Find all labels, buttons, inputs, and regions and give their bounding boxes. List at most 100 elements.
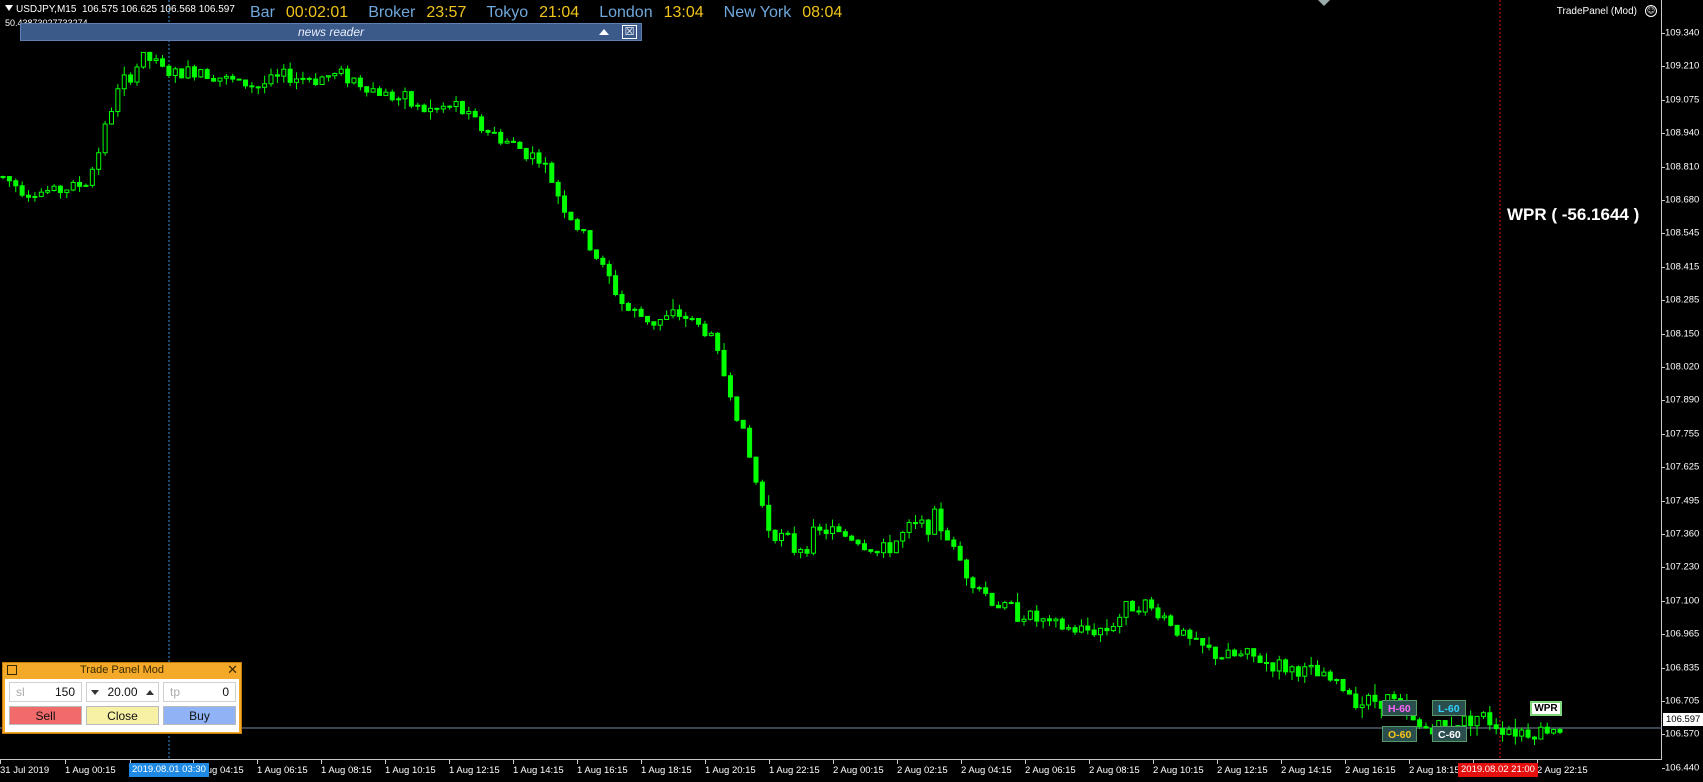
candle xyxy=(115,84,121,117)
candle xyxy=(1372,684,1378,709)
candle xyxy=(983,581,989,597)
session-time: 08:04 xyxy=(802,4,843,21)
candle xyxy=(281,64,287,83)
candle xyxy=(402,87,408,110)
candle xyxy=(172,66,178,83)
candle xyxy=(389,89,395,102)
time-tick-label: 1 Aug 20:15 xyxy=(705,765,756,776)
price-tick-label: 107.100 xyxy=(1665,595,1700,607)
price-tick-label: 108.680 xyxy=(1665,194,1700,206)
candle xyxy=(32,192,38,202)
candle xyxy=(951,536,957,550)
time-tick xyxy=(0,760,1,764)
candle xyxy=(1468,710,1474,737)
ohlc-values: 106.575 106.625 106.568 106.597 xyxy=(81,4,235,15)
candle xyxy=(861,539,867,551)
trade-panel-close-icon[interactable]: ✕ xyxy=(227,663,238,677)
candle xyxy=(976,585,982,592)
candle xyxy=(1417,717,1423,729)
candle xyxy=(1531,735,1537,746)
lots-stepper[interactable]: 20.00 xyxy=(86,682,159,702)
low-60-label: L-60 xyxy=(1432,700,1466,716)
collapse-arrow-icon[interactable] xyxy=(599,29,609,35)
time-tick xyxy=(705,760,706,764)
candle xyxy=(1193,631,1199,640)
candle xyxy=(536,149,542,168)
price-tick-label: 106.835 xyxy=(1665,662,1700,674)
candle xyxy=(1098,627,1104,642)
minimize-icon[interactable] xyxy=(7,665,17,675)
indicator-title: TradePanel (Mod) xyxy=(1556,6,1637,17)
candle xyxy=(268,68,274,87)
close-button[interactable]: Close xyxy=(86,706,159,725)
close-60-label: C-60 xyxy=(1432,726,1467,742)
candle xyxy=(249,82,255,94)
lots-increase-icon[interactable] xyxy=(145,689,154,695)
candle xyxy=(1053,617,1059,628)
candle xyxy=(1551,728,1557,735)
lots-decrease-icon[interactable] xyxy=(91,689,100,695)
price-tick-label: 109.075 xyxy=(1665,94,1700,106)
candle xyxy=(294,72,300,90)
candle xyxy=(957,541,963,561)
time-tick-label: 2 Aug 16:15 xyxy=(1345,765,1396,776)
candle xyxy=(262,75,268,94)
candle xyxy=(657,319,663,331)
candle xyxy=(45,185,51,195)
candle xyxy=(842,528,848,538)
candle xyxy=(517,140,523,149)
time-tick-label: 2 Aug 14:15 xyxy=(1281,765,1332,776)
time-tick-label: 2 Aug 00:15 xyxy=(833,765,884,776)
candle xyxy=(370,82,376,93)
candle xyxy=(1212,646,1218,666)
price-chart[interactable] xyxy=(0,0,1662,760)
candle xyxy=(434,107,440,113)
candle xyxy=(989,592,995,607)
candle xyxy=(1283,658,1289,675)
candle xyxy=(893,540,899,554)
candle xyxy=(1327,669,1333,682)
stop-loss-field[interactable]: sl 150 xyxy=(9,682,82,702)
candle xyxy=(798,547,804,559)
chart-shift-marker[interactable] xyxy=(1318,0,1330,6)
sell-button[interactable]: Sell xyxy=(9,706,82,725)
candle xyxy=(153,54,159,64)
news-reader-close-icon[interactable]: ☒ xyxy=(622,25,637,39)
candle xyxy=(211,75,217,83)
take-profit-field[interactable]: tp 0 xyxy=(163,682,236,702)
candle xyxy=(804,545,810,557)
time-axis[interactable]: 31 Jul 20191 Aug 00:151 Aug 02:151 Aug 0… xyxy=(0,760,1662,782)
candle xyxy=(855,538,861,546)
candle xyxy=(938,502,944,540)
candle xyxy=(447,105,453,110)
candle xyxy=(1110,622,1116,633)
candle xyxy=(1366,693,1372,710)
price-tick-label: 106.440 xyxy=(1665,762,1700,774)
session-name: London xyxy=(599,4,653,21)
candle xyxy=(1257,653,1263,663)
time-tick xyxy=(897,760,898,764)
candle xyxy=(1155,603,1161,621)
price-axis[interactable]: 109.340 109.210 109.075 108.940 108.810 108.6… xyxy=(1662,0,1703,773)
candle xyxy=(128,72,134,85)
candle xyxy=(727,372,733,401)
trade-panel-header[interactable]: Trade Panel Mod ✕ xyxy=(3,663,241,678)
candle xyxy=(708,331,714,337)
candle xyxy=(504,138,510,145)
candle xyxy=(0,175,6,180)
buy-button[interactable]: Buy xyxy=(163,706,236,725)
candle xyxy=(415,102,421,111)
time-tick xyxy=(833,760,834,764)
candle xyxy=(64,189,70,199)
candlestick-chart xyxy=(0,0,1662,760)
candle xyxy=(204,67,210,79)
cursor-time-highlight: 2019.08.01 03:30 xyxy=(129,763,209,777)
time-tick-label: 2 Aug 02:15 xyxy=(897,765,948,776)
candle xyxy=(568,211,574,221)
candle xyxy=(1129,600,1135,612)
candle xyxy=(440,102,446,113)
candle xyxy=(408,90,414,109)
time-tick-label: 31 Jul 2019 xyxy=(0,765,50,776)
news-reader-bar[interactable]: news reader ☒ xyxy=(20,23,642,41)
time-tick-label: 1 Aug 22:15 xyxy=(769,765,820,776)
